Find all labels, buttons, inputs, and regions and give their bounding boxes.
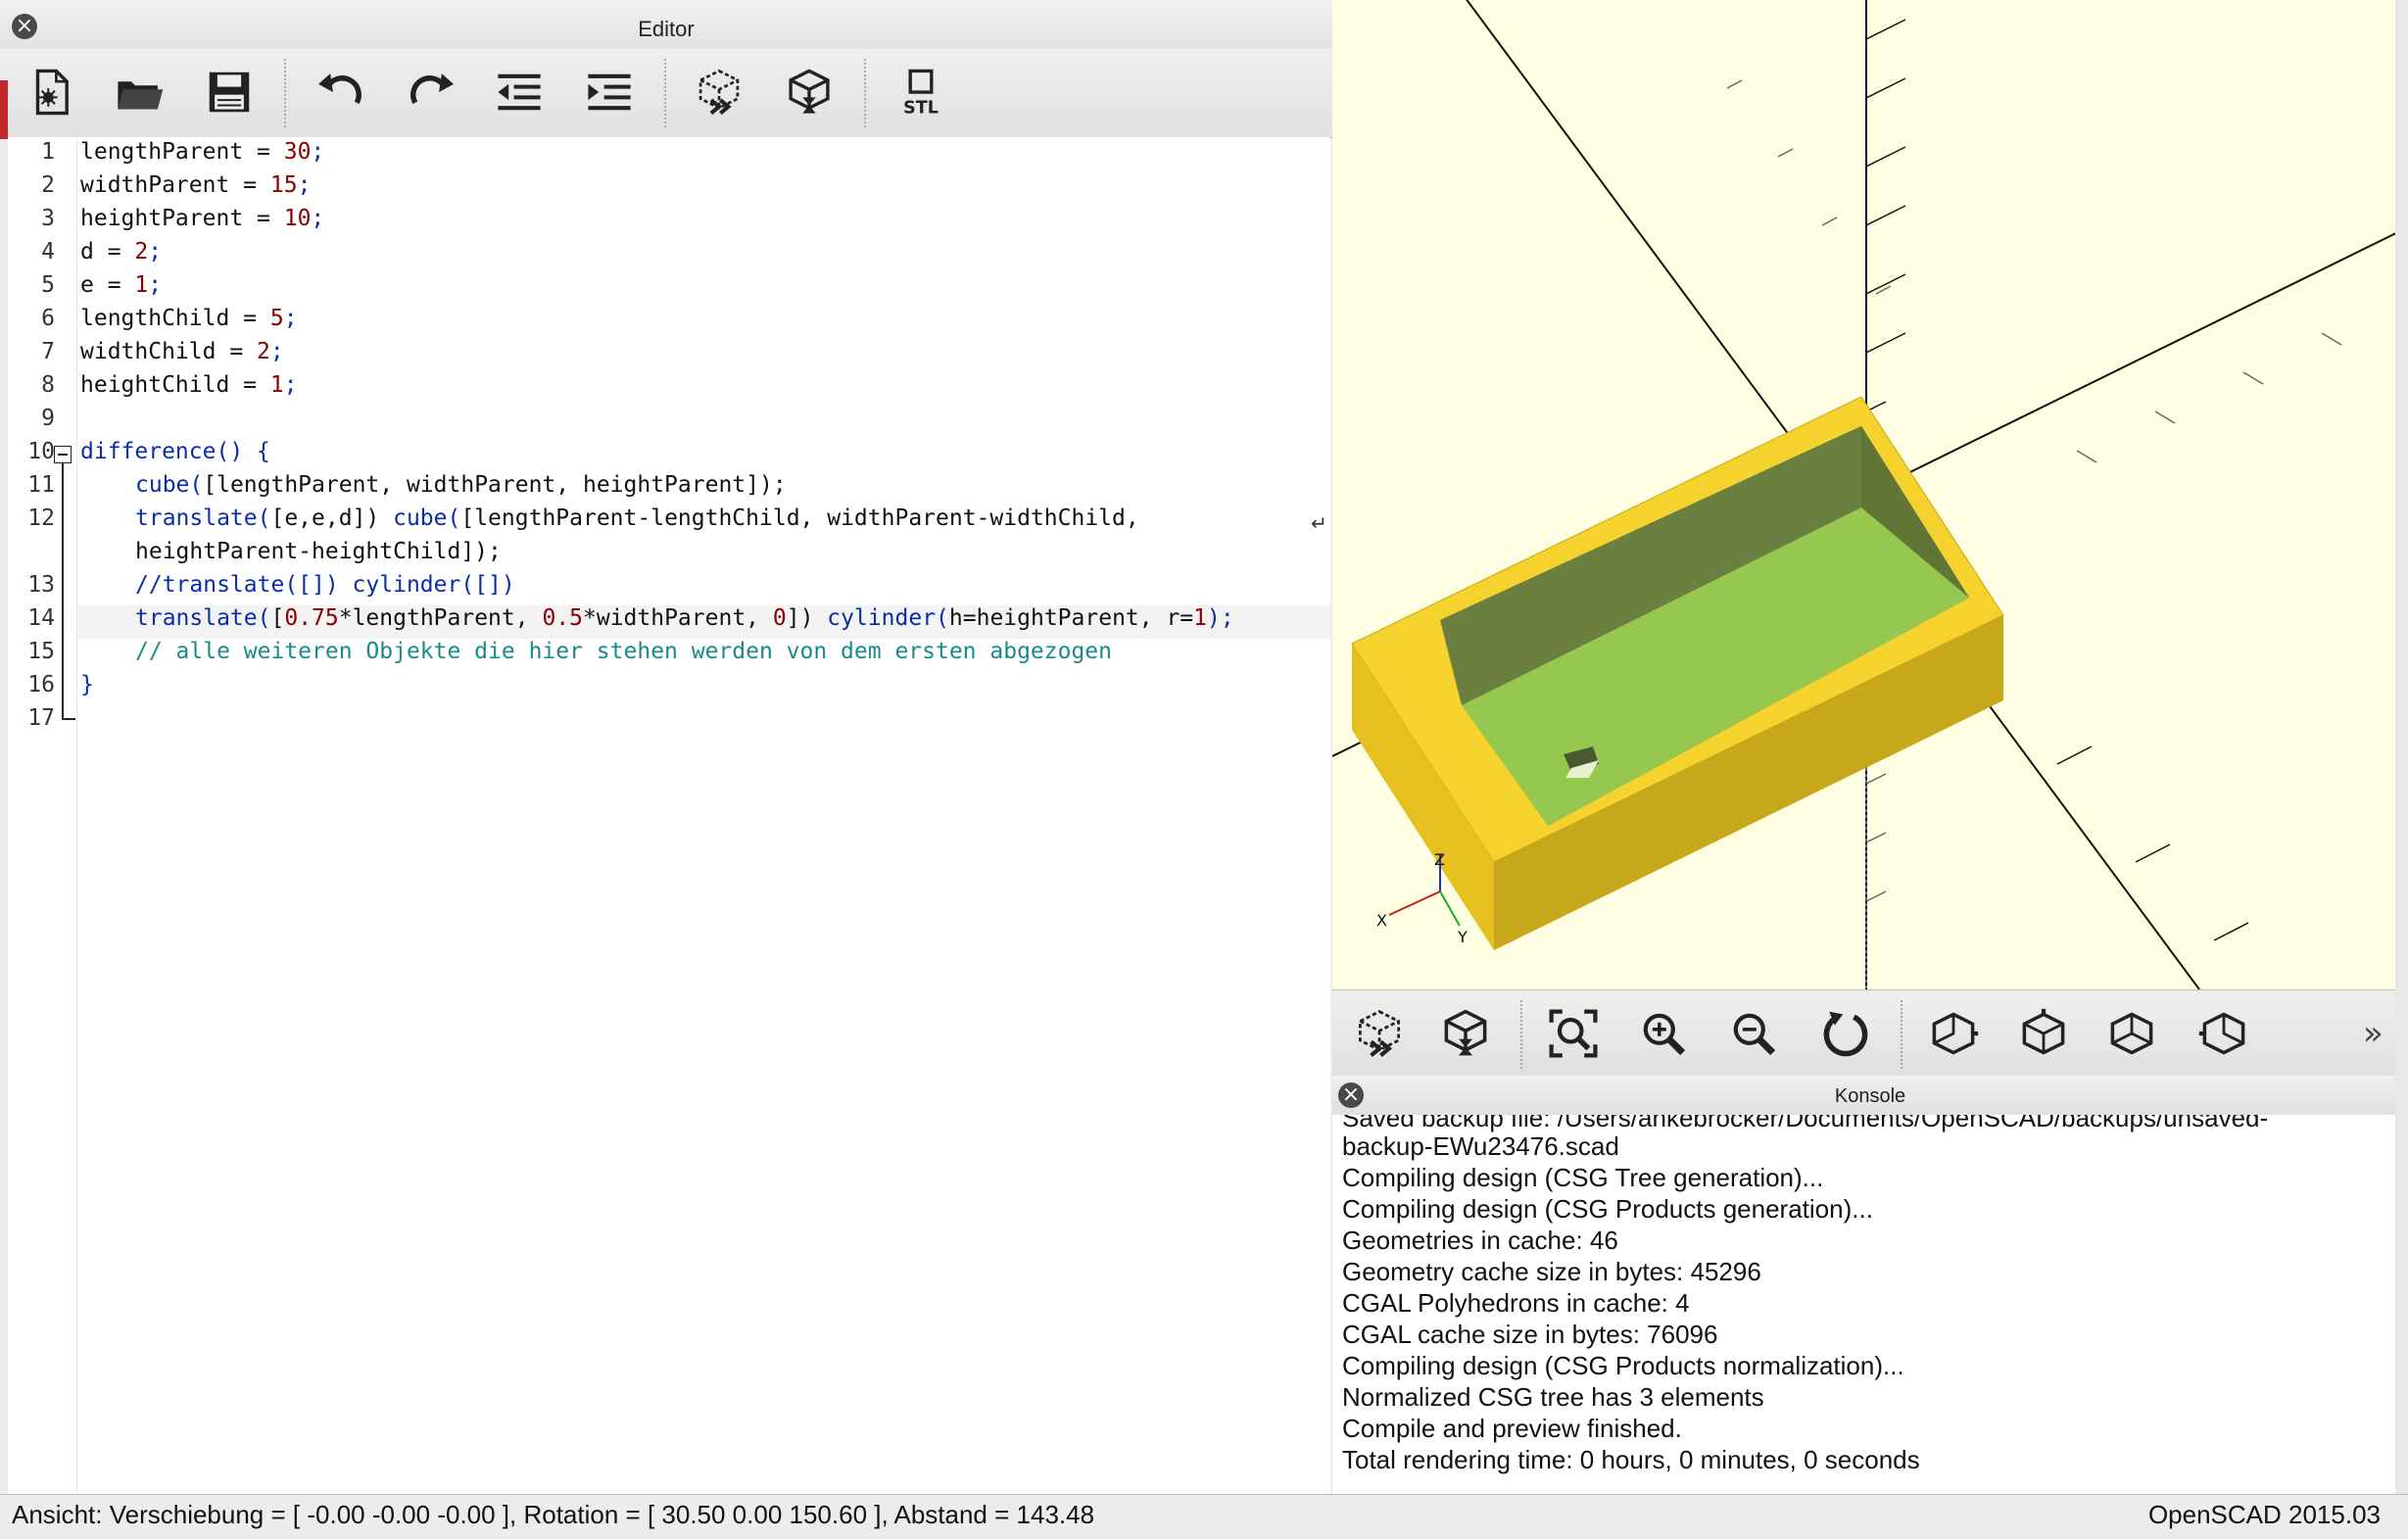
- line-number: 2: [41, 172, 55, 198]
- console-title: Konsole: [1834, 1085, 1906, 1107]
- fold-toggle-icon[interactable]: [54, 446, 72, 463]
- unindent-icon[interactable]: [490, 63, 549, 121]
- code-line-16: }: [80, 672, 94, 697]
- line-number: 11: [27, 472, 55, 498]
- line-number: 4: [41, 239, 55, 265]
- editor-toolbar: STL: [0, 49, 1332, 138]
- line-number: 7: [41, 339, 55, 364]
- code-line-13: //translate([]) cylinder([]): [135, 572, 515, 598]
- console-line: Compiling design (CSG Tree generation)..…: [1342, 1163, 1824, 1192]
- code-line-3: heightParent = 10;: [80, 206, 325, 231]
- render-icon[interactable]: [780, 63, 839, 121]
- line-number: 17: [27, 705, 55, 731]
- line-number: 6: [41, 306, 55, 331]
- axis-label-x: X: [1376, 911, 1387, 930]
- open-file-icon[interactable]: [110, 63, 169, 121]
- code-line-8: heightChild = 1;: [80, 372, 298, 398]
- code-line-12: translate([e,e,d]) cube([lengthParent-le…: [135, 505, 1139, 531]
- preview-icon[interactable]: [690, 63, 748, 121]
- code-line-5: e = 1;: [80, 272, 163, 298]
- version-status: OpenSCAD 2015.03: [2147, 1500, 2381, 1529]
- view-all-icon[interactable]: [1544, 1004, 1603, 1063]
- code-line-10: difference() {: [80, 439, 270, 464]
- code-line-1: lengthParent = 30;: [80, 139, 325, 165]
- line-number: 5: [41, 272, 55, 298]
- code-line-7: widthChild = 2;: [80, 339, 284, 364]
- line-number: 10: [27, 439, 55, 464]
- console-line: backup-EWu23476.scad: [1342, 1131, 1619, 1161]
- window-edge: [2395, 0, 2408, 1494]
- console-line: Compiling design (CSG Products normaliza…: [1342, 1351, 1904, 1380]
- reset-view-icon[interactable]: [1816, 1004, 1875, 1063]
- code-line-12-wrap: heightParent-heightChild]);: [135, 539, 502, 564]
- console-line: Geometries in cache: 46: [1342, 1226, 1618, 1255]
- fold-guide: [62, 463, 64, 720]
- stl-label: STL: [903, 99, 939, 119]
- export-stl-icon[interactable]: STL: [891, 63, 950, 121]
- console-line: Compiling design (CSG Products generatio…: [1342, 1194, 1873, 1224]
- console-line: Compile and preview finished.: [1342, 1414, 1682, 1443]
- line-number: 12: [27, 505, 55, 531]
- render-icon[interactable]: [1436, 1004, 1495, 1063]
- axis-ticks: [1865, 19, 2249, 941]
- line-number: 16: [27, 672, 55, 697]
- line-number: 13: [27, 572, 55, 598]
- line-number: 3: [41, 206, 55, 231]
- preview-icon[interactable]: [1350, 1004, 1409, 1063]
- console-line: Normalized CSG tree has 3 elements: [1342, 1382, 1764, 1412]
- console-line: Total rendering time: 0 hours, 0 minutes…: [1342, 1445, 1920, 1474]
- view-top-icon[interactable]: [2014, 1004, 2073, 1063]
- console-line: CGAL cache size in bytes: 76096: [1342, 1320, 1718, 1349]
- wrap-indicator-icon: ↵: [1311, 511, 1327, 535]
- view-bottom-icon[interactable]: [2102, 1004, 2161, 1063]
- axis-label-z: Z: [1434, 850, 1445, 869]
- more-icon[interactable]: »: [2363, 1014, 2384, 1053]
- editor-title: Editor: [638, 17, 695, 41]
- line-number: 1: [41, 139, 55, 165]
- background-window-edge: [0, 80, 8, 139]
- redo-icon[interactable]: [402, 63, 460, 121]
- editor-close-icon[interactable]: ×: [12, 14, 37, 39]
- code-line-15: // alle weiteren Objekte die hier stehen…: [135, 639, 1112, 664]
- fold-guide-end: [62, 718, 75, 720]
- console-line: Geometry cache size in bytes: 45296: [1342, 1257, 1761, 1286]
- view-left-icon[interactable]: [2194, 1004, 2253, 1063]
- indent-icon[interactable]: [580, 63, 639, 121]
- code-line-6: lengthChild = 5;: [80, 306, 298, 331]
- view-right-icon[interactable]: [1924, 1004, 1983, 1063]
- axis-label-y: Y: [1457, 928, 1468, 946]
- console-output[interactable]: Saved backup file: /Users/ankebrocker/Do…: [1332, 1115, 2408, 1494]
- line-number: 14: [27, 605, 55, 631]
- zoom-out-icon[interactable]: [1724, 1004, 1783, 1063]
- line-number-gutter: 1 2 3 4 5 6 7 8 9 10 11 12 13 14 15 16 1…: [8, 137, 77, 1494]
- code-line-2: widthParent = 15;: [80, 172, 312, 198]
- view-toolbar: »: [1332, 989, 2408, 1078]
- view-info-status: Ansicht: Verschiebung = [ -0.00 -0.00 -0…: [12, 1500, 1095, 1529]
- console-close-icon[interactable]: ×: [1338, 1082, 1364, 1108]
- line-number: 15: [27, 639, 55, 664]
- zoom-in-icon[interactable]: [1634, 1004, 1693, 1063]
- code-line-4: d = 2;: [80, 239, 163, 265]
- code-line-11: cube([lengthParent, widthParent, heightP…: [135, 472, 787, 498]
- code-line-14: translate([0.75*lengthParent, 0.5*widthP…: [135, 605, 1234, 631]
- new-file-icon[interactable]: [22, 63, 80, 121]
- save-icon[interactable]: [200, 63, 259, 121]
- line-number: 9: [41, 406, 55, 431]
- 3d-viewport[interactable]: Z X Y: [1332, 0, 2408, 989]
- line-number: 8: [41, 372, 55, 398]
- box-model: [1351, 396, 2004, 950]
- undo-icon[interactable]: [312, 63, 370, 121]
- console-line: CGAL Polyhedrons in cache: 4: [1342, 1288, 1690, 1318]
